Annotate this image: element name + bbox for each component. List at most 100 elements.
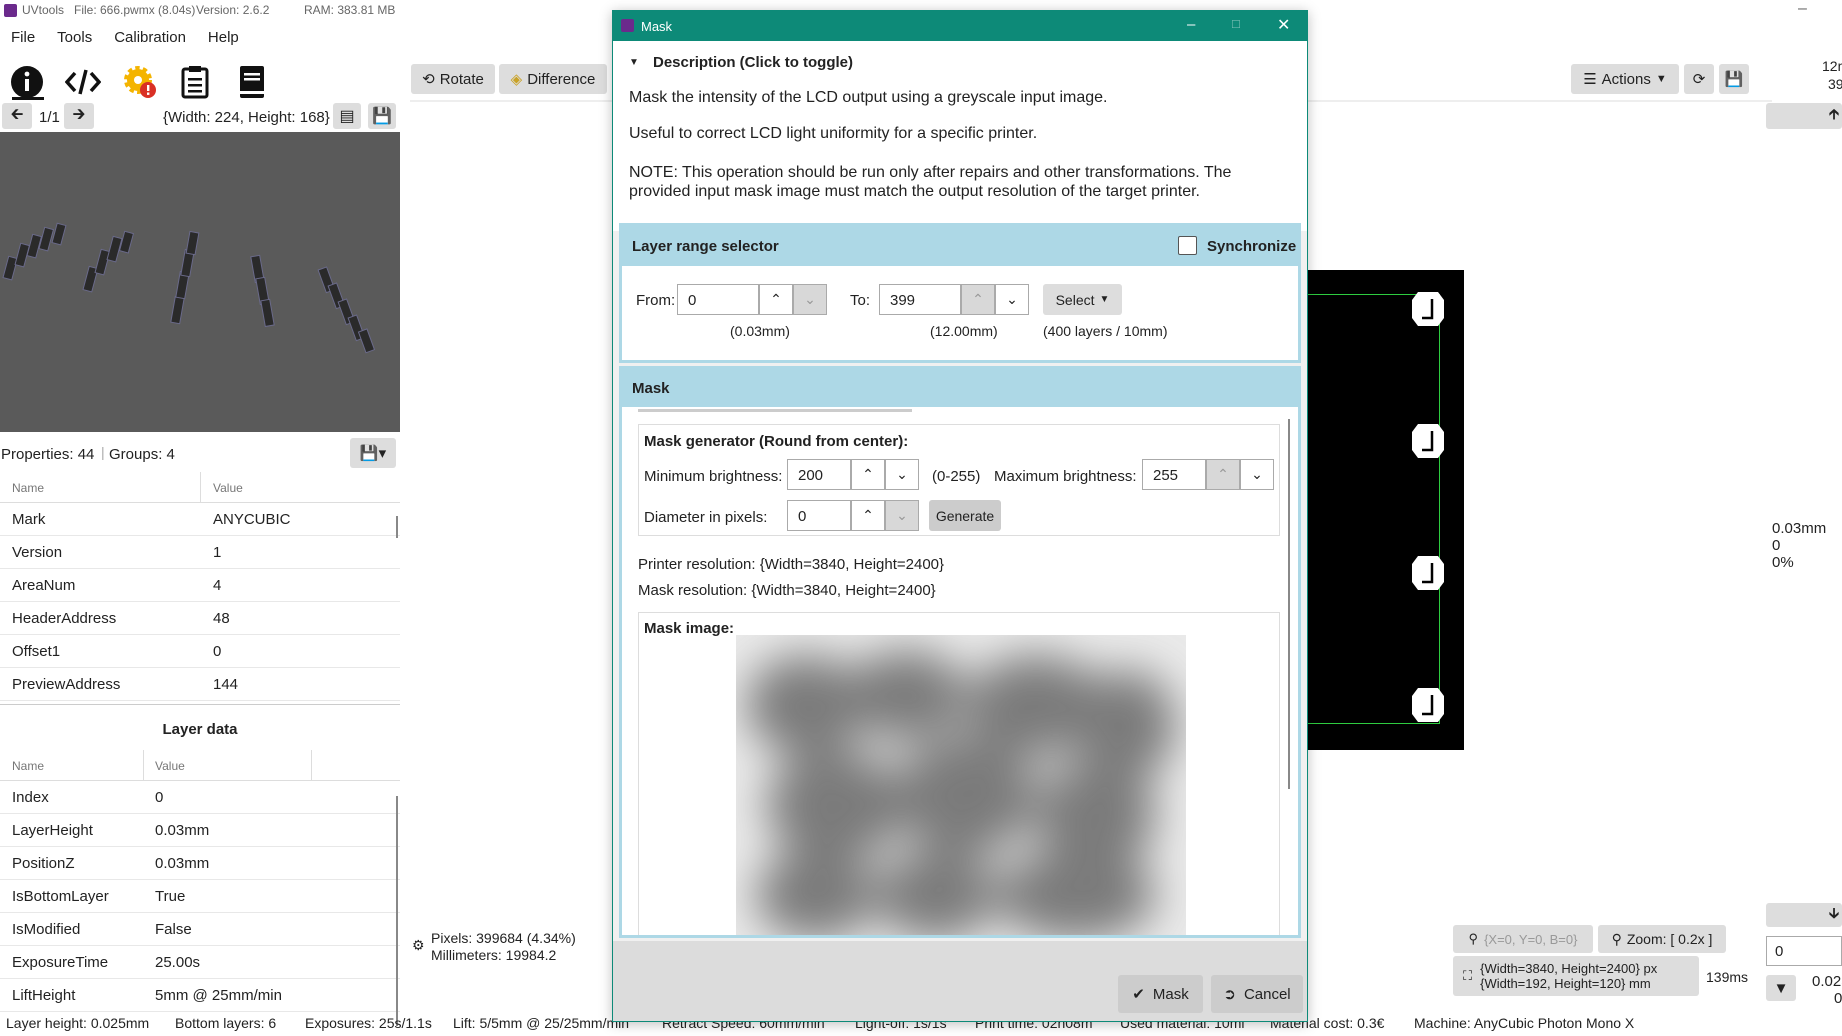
from-decrement-icon[interactable]: ⌄ <box>793 284 827 315</box>
layer-index-input[interactable]: 0 <box>1766 936 1842 966</box>
preview-dimensions: {Width: 224, Height: 168} <box>163 109 330 126</box>
actions-button[interactable]: ☰ Actions ▼ <box>1571 64 1679 94</box>
zoom-button[interactable]: ⚲ Zoom: [ 0.2x ] <box>1598 925 1726 953</box>
min-brightness-label: Minimum brightness: <box>644 468 783 485</box>
mask-title: Mask <box>632 380 670 397</box>
dialog-titlebar: Mask – □ ✕ <box>613 11 1307 41</box>
diameter-increment-icon[interactable]: ⌃ <box>851 500 885 531</box>
save-properties-button[interactable]: 💾▾ <box>350 438 396 468</box>
dialog-title: Mask <box>641 19 673 34</box>
pixels-icon: ⚙ <box>412 937 425 953</box>
description-line-1: Mask the intensity of the LCD output usi… <box>629 89 1108 106</box>
min-decrement-icon[interactable]: ⌄ <box>885 459 919 490</box>
menu-file[interactable]: File <box>0 24 46 51</box>
gear-warning-icon[interactable] <box>120 62 160 102</box>
property-row[interactable]: Offset1 0 <box>0 635 400 668</box>
dropdown-icon[interactable]: ▼ <box>1766 975 1796 1001</box>
max-brightness-input[interactable]: 255 <box>1142 459 1206 490</box>
refresh-icon[interactable]: ⟳ <box>1684 64 1714 94</box>
synchronize-checkbox[interactable] <box>1178 236 1197 255</box>
layer-percent-readout: 0% <box>1772 554 1794 571</box>
dialog-footer: ✔ Mask ➲ Cancel <box>613 941 1307 1021</box>
mask-image-group: Mask image: <box>638 612 1280 935</box>
caret-down-icon[interactable]: ▼ <box>629 57 639 68</box>
to-decrement-icon[interactable]: ⌄ <box>995 284 1029 315</box>
book-icon[interactable] <box>232 62 272 102</box>
layer-data-scrollbar[interactable] <box>396 796 398 1026</box>
minimize-icon[interactable]: – <box>1798 0 1807 18</box>
cancel-button[interactable]: ➲ Cancel <box>1211 975 1303 1013</box>
min-increment-icon[interactable]: ⌃ <box>851 459 885 490</box>
resolution-display[interactable]: ⛶ {Width=3840, Height=2400} px {Width=192… <box>1453 956 1699 996</box>
code-icon[interactable] <box>63 62 103 102</box>
difference-button[interactable]: ◈ Difference <box>499 64 607 94</box>
properties-count: Properties: 44 <box>1 446 95 463</box>
layer-row[interactable]: IsBottomLayer True <box>0 880 400 913</box>
menu-calibration[interactable]: Calibration <box>103 24 197 51</box>
layer-up-button[interactable]: 🡱 <box>1766 103 1842 129</box>
diameter-input[interactable]: 0 <box>787 500 851 531</box>
close-icon[interactable]: ✕ <box>1277 15 1290 35</box>
arrow-up-icon: 🡱 <box>1828 105 1840 123</box>
synchronize-label: Synchronize <box>1207 238 1297 255</box>
layer-row[interactable]: LiftHeight 5mm @ 25mm/min <box>0 979 400 1012</box>
layer-row[interactable]: Index 0 <box>0 781 400 814</box>
coordinates-display[interactable]: ⚲ {X=0, Y=0, B=0} <box>1453 925 1593 953</box>
from-increment-icon[interactable]: ⌃ <box>759 284 793 315</box>
layer-row[interactable]: ExposureTime 25.00s <box>0 946 400 979</box>
mask-panel: Mask Mask generator (Round from center):… <box>619 366 1301 938</box>
generate-button[interactable]: Generate <box>929 500 1001 531</box>
col-value: Value <box>213 481 243 495</box>
from-label: From: <box>636 292 676 309</box>
to-input[interactable]: 399 <box>879 284 961 315</box>
layer-range-title: Layer range selector <box>632 238 779 255</box>
save-preview-icon[interactable]: 💾 <box>368 103 396 129</box>
mask-image[interactable] <box>736 635 1186 935</box>
description-line-4: provided input mask image must match the… <box>629 183 1200 200</box>
export-image-icon[interactable]: ▤ <box>333 103 361 129</box>
maximize-icon[interactable]: □ <box>1232 16 1240 31</box>
arrow-down-icon: 🡳 <box>1828 904 1840 922</box>
right-bottom-value-2: 0 <box>1834 990 1842 1007</box>
menu-help[interactable]: Help <box>197 24 250 51</box>
status-machine: Machine: AnyCubic Photon Mono X <box>1414 1015 1635 1031</box>
rotate-icon: ⟲ <box>422 71 435 88</box>
to-increment-icon[interactable]: ⌃ <box>961 284 995 315</box>
property-row[interactable]: Version 1 <box>0 536 400 569</box>
mask-panel-scrollbar[interactable] <box>1288 419 1290 789</box>
to-label: To: <box>850 292 871 309</box>
max-decrement-icon[interactable]: ⌄ <box>1240 459 1274 490</box>
layer-row[interactable]: PositionZ 0.03mm <box>0 847 400 880</box>
property-row[interactable]: Mark ANYCUBIC <box>0 503 400 536</box>
properties-scrollbar[interactable] <box>396 516 398 538</box>
property-row[interactable]: HeaderAddress 48 <box>0 602 400 635</box>
right-bottom-value: 0.025 <box>1812 973 1842 990</box>
preview-image <box>0 132 400 432</box>
property-row[interactable]: AreaNum 4 <box>0 569 400 602</box>
rotate-button[interactable]: ⟲ Rotate <box>411 64 495 94</box>
max-increment-icon[interactable]: ⌃ <box>1206 459 1240 490</box>
layer-down-button[interactable]: 🡳 <box>1766 903 1842 927</box>
layers-stack-icon: ☰ <box>1583 71 1597 88</box>
minimize-icon[interactable]: – <box>1187 16 1195 33</box>
save-layer-icon[interactable]: 💾 <box>1719 64 1749 94</box>
prev-preview-button[interactable]: 🡰 <box>2 103 32 129</box>
min-brightness-input[interactable]: 200 <box>787 459 851 490</box>
layer-data-header: Name Value <box>0 750 400 781</box>
property-row[interactable]: PreviewAddress 144 <box>0 668 400 701</box>
next-preview-button[interactable]: 🡲 <box>64 103 94 129</box>
properties-header: Name Value <box>0 472 400 503</box>
mask-apply-button[interactable]: ✔ Mask <box>1118 975 1203 1013</box>
layer-row[interactable]: LayerHeight 0.03mm <box>0 814 400 847</box>
select-button[interactable]: Select ▼ <box>1043 284 1122 315</box>
layer-row[interactable]: IsModified False <box>0 913 400 946</box>
mask-resolution: Mask resolution: {Width=3840, Height=240… <box>638 582 936 599</box>
diameter-decrement-icon[interactable]: ⌄ <box>885 500 919 531</box>
clipboard-icon[interactable] <box>175 62 215 102</box>
brightness-range-hint: (0-255) <box>932 468 981 485</box>
description-toggle[interactable]: Description (Click to toggle) <box>653 54 853 71</box>
layer-canvas[interactable] <box>1300 270 1464 750</box>
from-input[interactable]: 0 <box>677 284 759 315</box>
menu-tools[interactable]: Tools <box>46 24 103 51</box>
info-icon[interactable] <box>7 62 47 102</box>
